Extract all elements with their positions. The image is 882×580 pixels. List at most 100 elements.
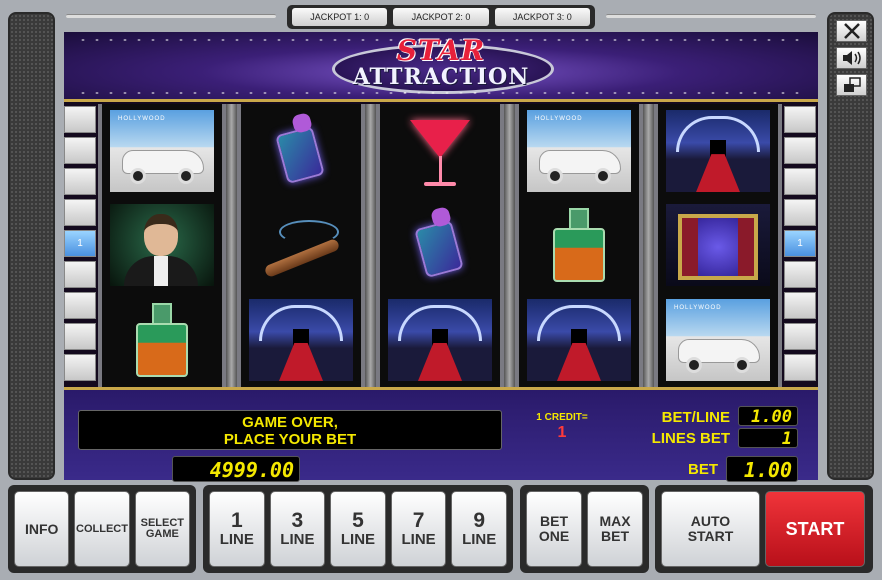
martini-glass-shape [410,120,470,159]
line-marker[interactable] [784,323,816,350]
car-symbol: HOLLYWOOD [527,110,631,193]
max-bet-button[interactable]: MAX BET [587,491,643,567]
bet-button-group: BET ONE MAX BET [520,485,649,573]
game-header: STAR ATTRACTION [64,32,818,102]
max-bet-label-1: MAX [599,513,631,529]
bet-one-button[interactable]: BET ONE [526,491,582,567]
car-sign-shape: HOLLYWOOD [535,116,583,123]
game-area: STAR ATTRACTION 1 HOLLYWOOD HOLLYWOOD HOLL… [64,32,818,482]
close-button[interactable] [836,20,867,42]
carpet-rug-shape [557,342,601,381]
jackpot-2: JACKPOT 2: 0 [393,8,489,26]
car-w1-shape [547,168,563,185]
start-button[interactable]: START [765,491,865,567]
decanter-body-shape [553,228,605,283]
perfume-bottle-shape [275,126,325,185]
line-marker[interactable] [784,292,816,319]
auto-start-label-1: AUTO [690,513,731,529]
line-3-button[interactable]: 3 LINE [269,491,326,567]
max-bet-label-2: BET [601,528,629,544]
car-w1-shape [686,356,702,373]
message-line-2: PLACE YOUR BET [223,431,357,448]
martini-foot-shape [424,182,456,187]
line-button-label: LINE [401,531,436,548]
left-side-panel [8,12,55,480]
line-marker-active[interactable]: 1 [784,230,816,257]
lines-bet-label: LINES BET [651,430,730,447]
info-button[interactable]: INFO [14,491,70,567]
select-game-button[interactable]: SELECT GAME [134,491,190,567]
line-markers-right: 1 [784,104,816,387]
theater-curtain-l-shape [682,218,698,277]
line-marker[interactable] [64,137,96,164]
reel-4: HOLLYWOOD [515,104,643,387]
info-panel: GAME OVER, PLACE YOUR BET 1 CREDIT= 1 BE… [64,387,818,482]
carpet-rug-shape [279,342,323,381]
line-5-button[interactable]: 5 LINE [330,491,386,567]
line-marker[interactable] [64,106,96,133]
marquee-lights-bottom [76,91,806,95]
carpet-symbol [388,298,492,381]
line-1-button[interactable]: 1 LINE [209,491,265,567]
auto-start-label-2: START [687,528,734,544]
line-marker[interactable] [64,199,96,226]
line-marker[interactable] [784,168,816,195]
line-marker[interactable] [64,168,96,195]
line-button-label: LINE [462,531,497,548]
line-7-button[interactable]: 7 LINE [390,491,447,567]
line-marker[interactable] [784,199,816,226]
lines-bet-value: 1 [738,428,798,449]
actor-face-shape [144,214,178,257]
line-marker-active[interactable]: 1 [64,230,96,257]
speaker-icon [842,51,861,65]
perfume-symbol [249,110,353,192]
cigar-symbol [249,204,353,286]
restore-window-icon [843,77,861,92]
select-game-label-2: GAME [145,528,179,540]
logo-star-text: STAR [396,34,486,67]
sound-button[interactable] [836,47,867,69]
decanter-body-shape [136,322,188,377]
carpet-rug-shape [418,342,462,381]
carpet-symbol [666,110,770,193]
bet-line-label: BET/LINE [661,409,730,426]
lines-button-group: 1 LINE 3 LINE 5 LINE 7 LINE 9 LINE [203,485,513,573]
bet-label: BET [688,461,718,478]
line-button-label: LINE [280,531,315,548]
line-marker[interactable] [784,106,816,133]
line-marker[interactable] [64,261,96,288]
actor-symbol [110,204,214,287]
theater-curtain-r-shape [738,218,754,277]
line-9-button[interactable]: 9 LINE [451,491,507,567]
collect-button[interactable]: COLLECT [74,491,130,567]
reel-5: HOLLYWOOD [654,104,782,387]
line-marker[interactable] [64,354,96,381]
line-button-label: LINE [340,531,376,548]
line-markers-left: 1 [64,104,96,387]
bet-one-label-2: ONE [538,528,570,544]
reel-1: HOLLYWOOD [98,104,226,387]
car-w1-shape [130,168,146,185]
car-sign-shape: HOLLYWOOD [118,116,166,123]
line-marker[interactable] [64,323,96,350]
auto-start-button[interactable]: AUTO START [661,491,760,567]
bet-line-value: 1.00 [738,406,798,427]
car-sign-shape: HOLLYWOOD [674,304,722,311]
line-marker[interactable] [784,137,816,164]
logo-attraction-text: ATTRACTION [352,64,530,90]
reel-divider [226,104,237,387]
line-button-number: 3 [291,509,304,532]
perfume-bottle-shape [414,220,464,279]
actor-shirt-shape [154,256,168,287]
car-w2-shape [595,168,611,185]
line-marker[interactable] [784,261,816,288]
line-marker[interactable] [784,354,816,381]
bet-value: 1.00 [726,456,798,482]
top-divider-left [66,14,276,18]
line-marker[interactable] [64,292,96,319]
car-symbol: HOLLYWOOD [666,298,770,381]
decanter-neck-shape [152,302,172,325]
decanter-symbol [110,299,214,381]
window-mode-button[interactable] [836,74,867,96]
jackpot-3: JACKPOT 3: 0 [494,8,590,26]
